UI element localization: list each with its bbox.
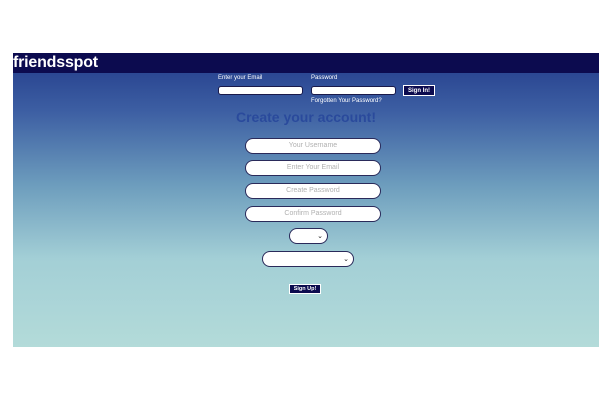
login-email-label: Enter your Email (218, 75, 263, 81)
signup-heading: Create your account! (235, 109, 377, 125)
login-password-input[interactable] (311, 86, 396, 95)
chevron-down-icon: ⌄ (317, 233, 323, 240)
login-password-label: Password (311, 75, 338, 81)
chevron-down-icon: ⌄ (343, 256, 349, 263)
large-select[interactable]: ⌄ (262, 251, 354, 267)
login-email-input[interactable] (218, 86, 303, 95)
sign-in-button[interactable]: Sign In! (403, 85, 435, 96)
create-password-input[interactable]: Create Password (245, 183, 381, 199)
small-select[interactable]: ⌄ (289, 228, 328, 244)
confirm-password-input[interactable]: Confirm Password (245, 206, 381, 222)
username-input[interactable]: Your Username (245, 138, 381, 154)
logo: friendsspot (13, 54, 98, 71)
app-container: friendsspot Enter your Email Password Si… (13, 53, 599, 347)
sign-up-button[interactable]: Sign Up! (289, 284, 321, 294)
forgot-password-link[interactable]: Forgotten Your Password? (311, 98, 382, 104)
top-bar: friendsspot (13, 53, 599, 73)
email-input[interactable]: Enter Your Email (245, 160, 381, 176)
